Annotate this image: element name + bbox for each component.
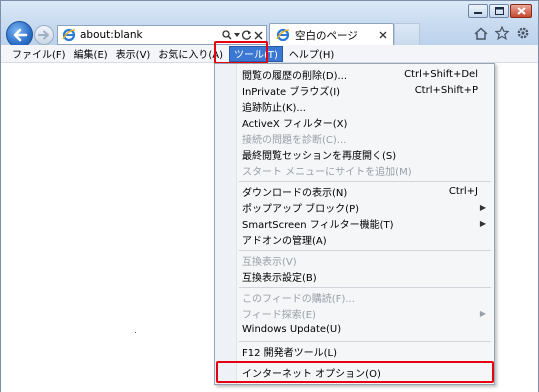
menu-item-windows-update[interactable]: Windows Update(U) — [242, 321, 492, 337]
menu-item-tracking-protection[interactable]: 追跡防止(K)... — [242, 98, 492, 114]
forward-button[interactable] — [34, 25, 54, 45]
menu-item-label: 互換表示(V) — [242, 256, 297, 268]
menu-separator — [239, 250, 491, 251]
menu-item-f12-devtools[interactable]: F12 開発者ツール(L) — [242, 343, 492, 359]
menu-separator — [239, 287, 491, 288]
menu-item-label: 閲覧の履歴の削除(D)... — [242, 70, 348, 82]
search-icon[interactable] — [222, 30, 232, 40]
menu-item-shortcut: Ctrl+Shift+Del — [404, 68, 478, 80]
back-button[interactable] — [6, 21, 33, 48]
menu-item-label: アドオンの管理(A) — [242, 235, 327, 247]
menu-item-shortcut: Ctrl+Shift+P — [414, 84, 478, 96]
menu-item-label: InPrivate ブラウズ(I) — [242, 86, 341, 98]
close-window-button[interactable] — [510, 4, 532, 18]
menu-item-label: フィード探索(E) — [242, 309, 316, 321]
address-tools — [222, 30, 266, 40]
new-tab-button[interactable] — [394, 23, 420, 45]
maximize-button[interactable] — [489, 4, 509, 18]
menu-item-popup-blocker[interactable]: ポップアップ ブロック(P) ▶ — [242, 199, 492, 215]
menu-item-label: 最終閲覧セッションを再度開く(S) — [242, 150, 397, 162]
menu-item-reopen-session[interactable]: 最終閲覧セッションを再度開く(S) — [242, 146, 492, 162]
menu-item-feed-discovery: フィード探索(E) ▶ — [242, 305, 492, 321]
menu-item-label: ActiveX フィルター(X) — [242, 118, 348, 130]
menu-item-label: 互換表示設定(B) — [242, 272, 317, 284]
menu-item-activex-filter[interactable]: ActiveX フィルター(X) — [242, 114, 492, 130]
ie-logo-icon — [275, 27, 291, 43]
menu-item-label: ダウンロードの表示(N) — [242, 187, 348, 199]
menu-item-add-to-start: スタート メニューにサイトを追加(M) — [242, 162, 492, 178]
submenu-arrow-icon: ▶ — [479, 218, 486, 228]
submenu-arrow-icon: ▶ — [479, 202, 486, 212]
menu-item-view-downloads[interactable]: ダウンロードの表示(N) Ctrl+J — [242, 183, 492, 199]
star-icon[interactable] — [495, 26, 509, 40]
menu-help[interactable]: ヘルプ(H) — [285, 46, 338, 62]
address-url[interactable]: about:blank — [80, 29, 222, 41]
submenu-arrow-icon: ▶ — [479, 308, 486, 318]
menu-item-label: 接続の問題を診断(C)... — [242, 134, 347, 146]
menu-item-label: このフィードの購読(F)... — [242, 293, 355, 305]
menu-item-shortcut: Ctrl+J — [448, 185, 478, 197]
menu-bar: ファイル(F) 編集(E) 表示(V) お気に入り(A) ツール(T) ヘルプ(… — [1, 45, 538, 63]
refresh-icon[interactable] — [242, 30, 252, 40]
menu-item-compat-settings[interactable]: 互換表示設定(B) — [242, 268, 492, 284]
menu-item-label: Windows Update(U) — [242, 323, 342, 335]
menu-gutter — [215, 64, 237, 384]
home-icon[interactable] — [474, 26, 488, 40]
menu-item-label: F12 開発者ツール(L) — [242, 347, 338, 359]
menu-file[interactable]: ファイル(F) — [8, 46, 70, 62]
menu-item-delete-history[interactable]: 閲覧の履歴の削除(D)... Ctrl+Shift+Del — [242, 66, 492, 82]
dropdown-arrow-icon[interactable] — [234, 32, 240, 38]
tab-label: 空白のページ — [295, 29, 358, 42]
menu-item-manage-addons[interactable]: アドオンの管理(A) — [242, 231, 492, 247]
command-icons — [474, 26, 530, 40]
menu-item-label: ポップアップ ブロック(P) — [242, 203, 360, 215]
menu-item-diagnose-connection: 接続の問題を診断(C)... — [242, 130, 492, 146]
menu-item-subscribe-feed: このフィードの購読(F)... — [242, 289, 492, 305]
tab-close-icon[interactable] — [377, 29, 389, 42]
tools-highlight-box — [214, 41, 268, 64]
menu-item-label: 追跡防止(K)... — [242, 102, 306, 114]
menu-view[interactable]: 表示(V) — [112, 46, 155, 62]
close-icon[interactable] — [254, 31, 263, 40]
ie-logo-icon — [61, 27, 77, 43]
title-bar: about:blank 空白のページ — [1, 1, 538, 48]
arrow-right-icon — [38, 30, 49, 40]
menu-item-label: スタート メニューにサイトを追加(M) — [242, 166, 412, 178]
window-controls — [468, 4, 532, 18]
content-dot — [135, 332, 136, 333]
menu-item-compat-view: 互換表示(V) — [242, 252, 492, 268]
menu-edit[interactable]: 編集(E) — [70, 46, 112, 62]
minimize-button[interactable] — [468, 4, 488, 18]
menu-separator — [239, 341, 491, 342]
menu-item-inprivate[interactable]: InPrivate ブラウズ(I) Ctrl+Shift+P — [242, 82, 492, 98]
menu-separator — [239, 181, 491, 182]
tools-dropdown-menu: 閲覧の履歴の削除(D)... Ctrl+Shift+Del InPrivate … — [214, 63, 495, 385]
internet-options-highlight-box — [216, 361, 494, 383]
menu-item-label: SmartScreen フィルター機能(T) — [242, 219, 394, 231]
menu-item-smartscreen[interactable]: SmartScreen フィルター機能(T) ▶ — [242, 215, 492, 231]
arrow-left-icon — [13, 28, 27, 41]
tab-blank-page[interactable]: 空白のページ — [269, 23, 394, 46]
gear-icon[interactable] — [516, 26, 530, 40]
